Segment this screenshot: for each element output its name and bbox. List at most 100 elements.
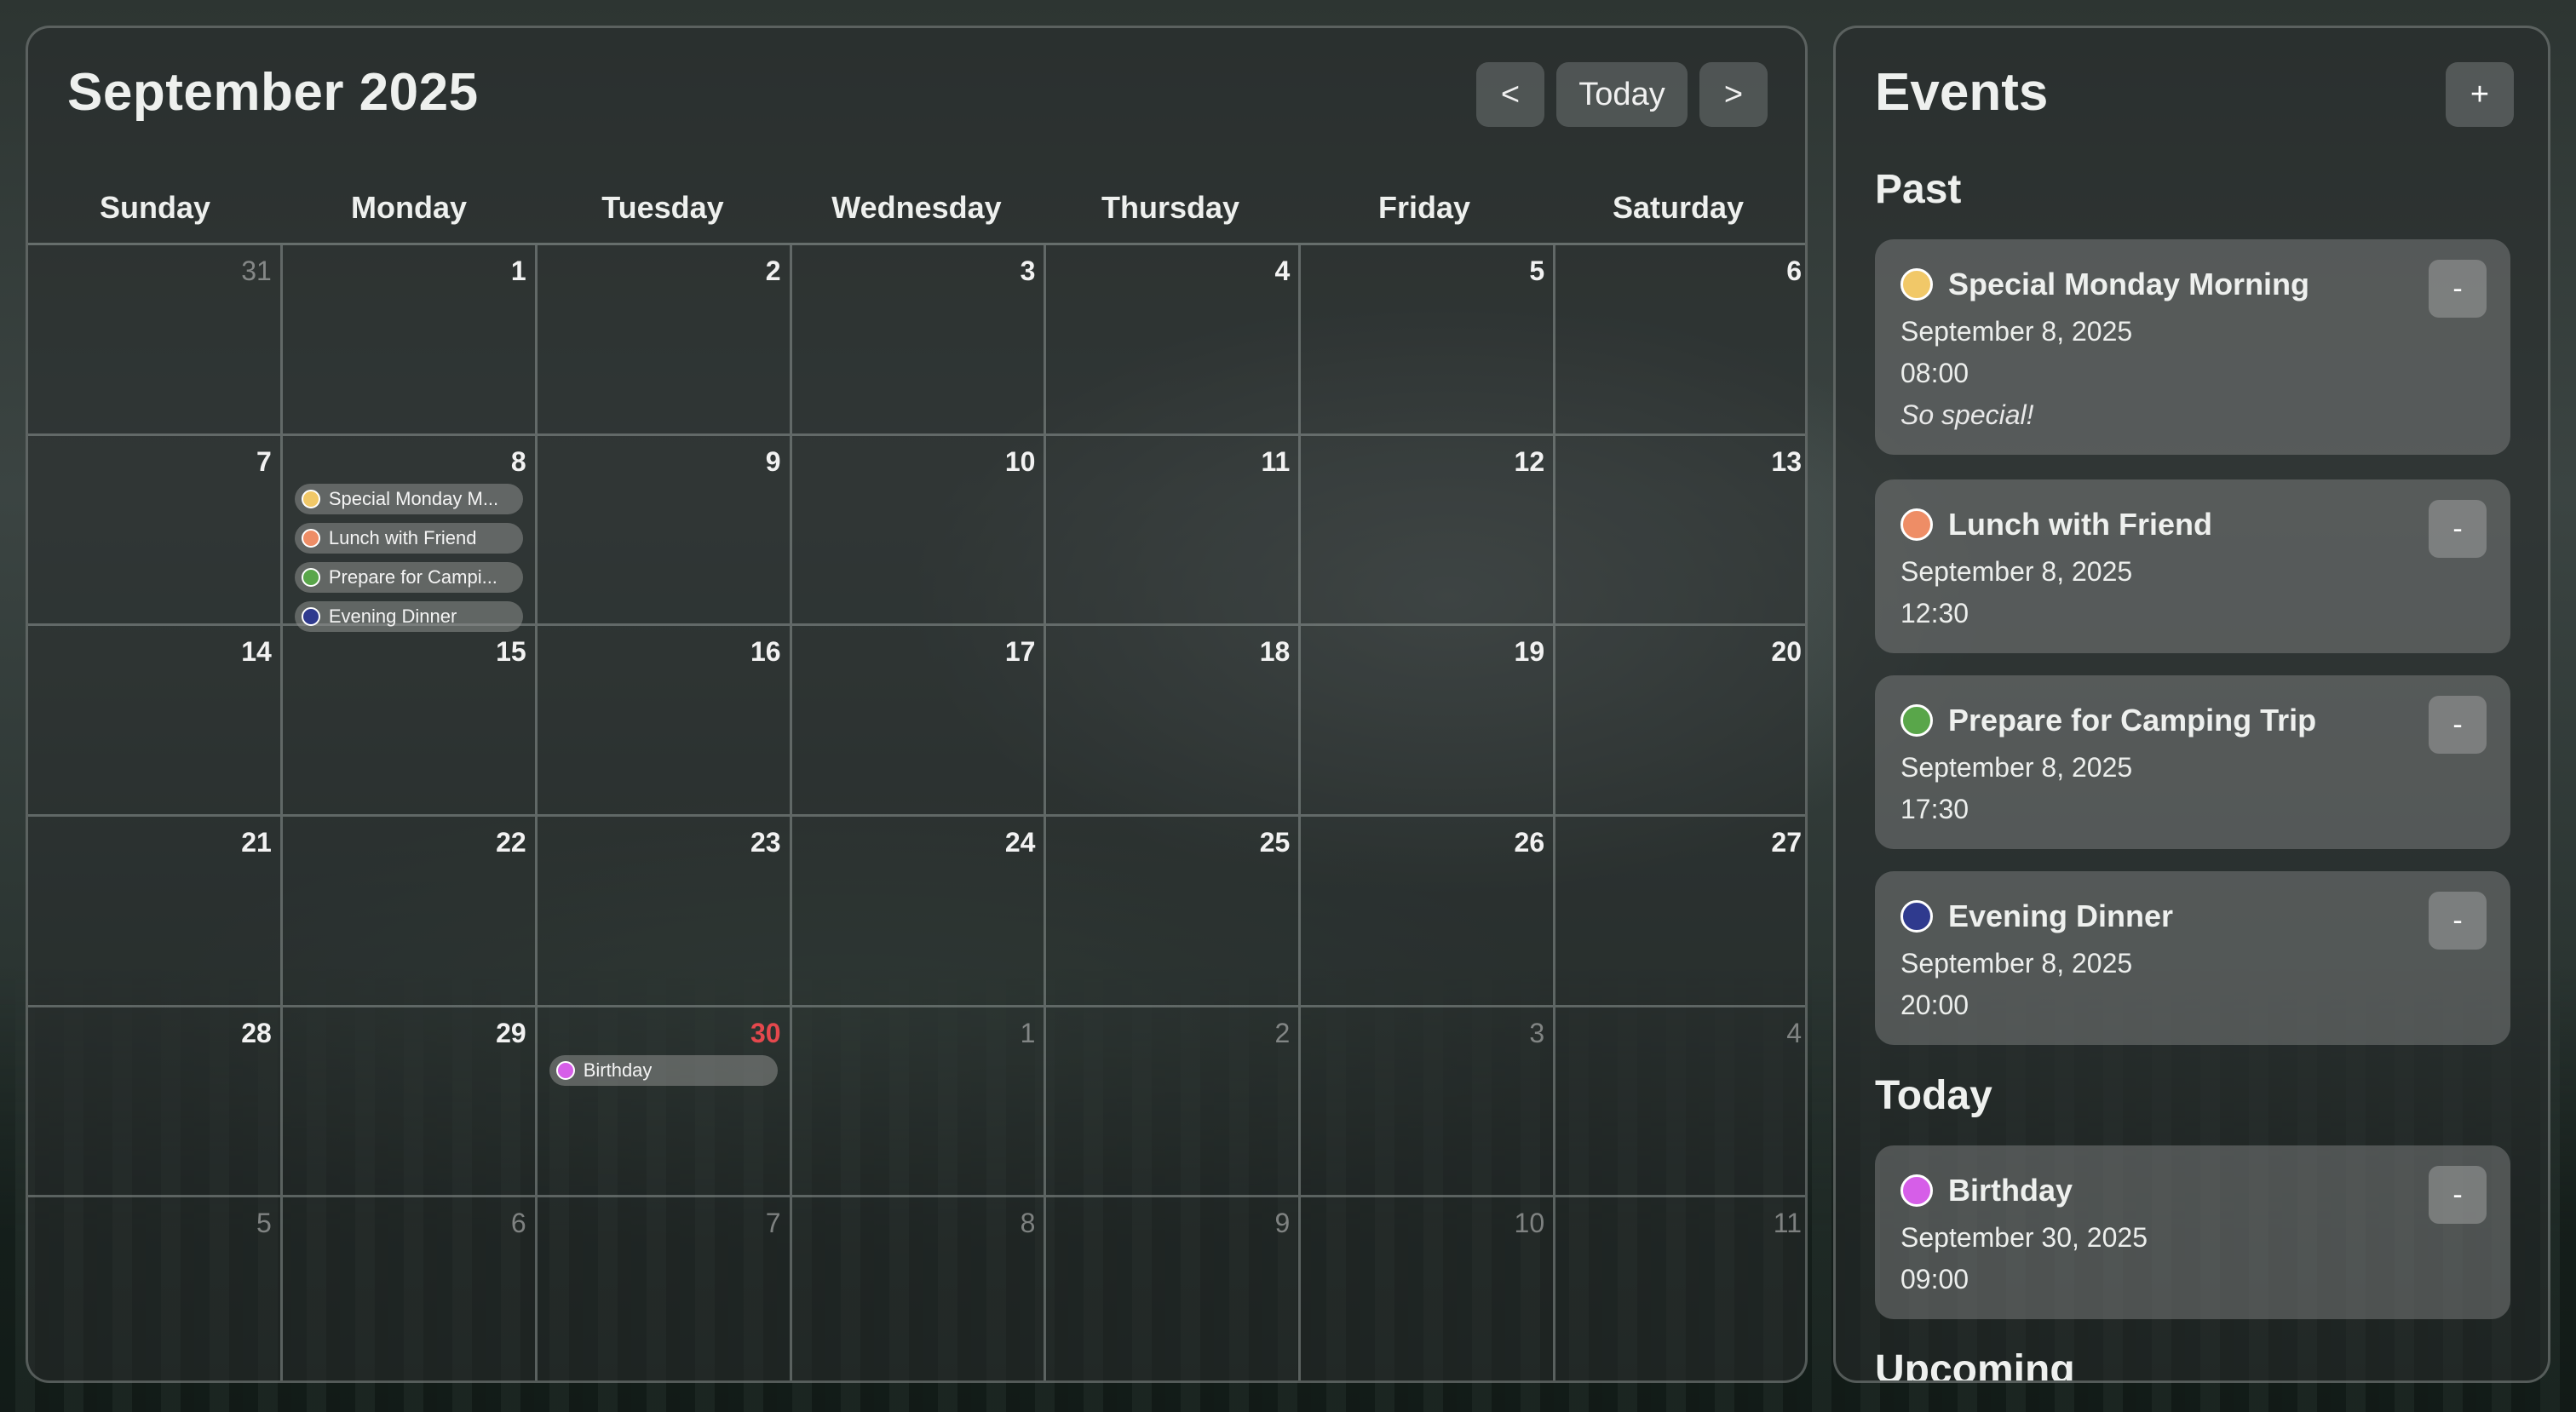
day-cell[interactable]: 23 [537,817,792,1007]
delete-event-button[interactable]: - [2429,696,2487,754]
day-cell[interactable]: 12 [1301,435,1556,627]
day-number: 13 [1771,445,1802,477]
day-cell[interactable]: 20 [1555,626,1805,817]
day-cell[interactable]: 28 [28,1007,283,1198]
next-month-button[interactable]: > [1699,62,1768,127]
event-card[interactable]: Prepare for Camping Trip - September 8, … [1875,675,2510,849]
delete-event-button[interactable]: - [2429,500,2487,558]
day-cell[interactable]: 13 [1555,436,1805,627]
prev-month-button[interactable]: < [1476,62,1544,127]
day-cell[interactable]: 2 [537,245,792,436]
calendar-event-pill[interactable]: Birthday [549,1054,778,1086]
event-card[interactable]: Special Monday Morning - September 8, 20… [1875,239,2510,455]
event-pill-label: Lunch with Friend [328,526,477,548]
day-number: 15 [496,636,526,668]
day-cell[interactable]: 19 [1301,626,1556,817]
day-number: 24 [1004,827,1036,858]
event-title: Lunch with Friend [1948,507,2212,542]
event-date: September 8, 2025 [1900,556,2133,587]
day-number: 19 [1514,636,1545,668]
calendar-event-pill[interactable]: Special Monday M... [294,483,523,514]
day-number: 25 [1259,827,1291,858]
day-cell[interactable]: 6 [283,1197,538,1380]
delete-event-button[interactable]: - [2429,1166,2487,1224]
day-cell[interactable]: 24 [791,817,1047,1007]
event-color-dot [1900,704,1933,737]
calendar-event-pill[interactable]: Lunch with Friend [294,522,523,554]
event-card[interactable]: Evening Dinner - September 8, 2025 20:00 [1875,871,2510,1045]
day-cell[interactable]: 16 [537,626,792,817]
day-cell[interactable]: 8 [792,1197,1047,1380]
day-number: 11 [1773,1208,1802,1239]
today-button[interactable]: Today [1556,62,1688,127]
event-color-dot [1900,900,1933,933]
event-color-dot [1900,1174,1933,1207]
day-cell[interactable]: 4 [1046,245,1302,436]
day-number: 5 [1529,255,1545,286]
month-title: September 2025 [67,63,479,122]
day-number: 16 [750,636,781,668]
day-cell[interactable]: 7 [538,1197,792,1380]
day-number: 10 [1514,1208,1545,1239]
event-card[interactable]: Birthday - September 30, 2025 09:00 [1875,1145,2510,1319]
day-cell[interactable]: 14 [28,626,283,817]
delete-event-button[interactable]: - [2429,260,2487,318]
day-cell[interactable]: 1 [791,1007,1047,1198]
day-number: 28 [241,1017,272,1048]
day-cell[interactable]: 31 [28,245,283,436]
day-cell[interactable]: 5 [28,1197,283,1380]
event-time: 12:30 [1900,598,1969,629]
calendar-event-pill[interactable]: Prepare for Campi... [294,561,523,593]
day-cell[interactable]: 29 [282,1007,538,1198]
day-number: 2 [1274,1017,1291,1048]
day-cell[interactable]: 18 [1046,626,1302,817]
day-cell[interactable]: 10 [791,435,1047,627]
day-cell[interactable]: 4 [1555,1007,1805,1198]
day-cell[interactable]: 17 [791,626,1047,817]
day-cell[interactable]: 26 [1301,817,1556,1007]
day-cell[interactable]: 7 [28,435,283,627]
day-cell[interactable]: 11 [1046,435,1302,627]
event-color-dot [301,606,320,626]
day-cell[interactable]: 22 [282,817,538,1007]
event-color-dot [301,489,320,508]
calendar-grid: 31 1 2 3 4 5 6 7 8 Special Monday M... Lunch with … [28,243,1805,1380]
day-cell[interactable]: 1 [282,245,538,436]
event-color-dot [301,567,320,587]
day-cell[interactable]: 30 Birthday [537,1007,792,1198]
event-date: September 8, 2025 [1900,948,2133,979]
day-number: 3 [1020,255,1036,286]
day-cell[interactable]: 5 [1301,245,1556,436]
day-cell[interactable]: 21 [28,817,283,1007]
day-cell[interactable]: 9 [537,435,792,627]
day-cell[interactable]: 9 [1046,1197,1302,1380]
day-number: 9 [1274,1208,1291,1239]
event-card[interactable]: Lunch with Friend - September 8, 2025 12… [1875,479,2510,653]
day-cell[interactable]: 2 [1046,1007,1302,1198]
weekday-label: Saturday [1612,190,1745,225]
day-number: 6 [510,1208,526,1239]
day-number: 21 [241,827,272,858]
day-cell[interactable]: 11 [1555,1197,1805,1380]
calendar-header: September 2025 < Today > [28,28,1805,156]
day-cell[interactable]: 3 [1301,1007,1556,1198]
delete-event-button[interactable]: - [2429,892,2487,950]
event-color-dot [1900,268,1933,301]
day-number: 9 [765,445,781,477]
day-cell[interactable]: 6 [1555,245,1805,436]
event-time: 17:30 [1900,794,1969,824]
day-cell[interactable]: 27 [1555,817,1805,1007]
weekday-label: Monday [350,190,467,225]
day-cell[interactable]: 10 [1301,1197,1556,1380]
day-cell[interactable]: 8 Special Monday M... Lunch with Friend Pre… [282,435,538,632]
day-number: 4 [1786,1017,1802,1048]
event-time: 20:00 [1900,990,1969,1020]
day-cell[interactable]: 25 [1046,817,1302,1007]
day-cell[interactable]: 3 [791,245,1047,436]
day-event-list: Special Monday M... Lunch with Friend Prep… [294,483,523,632]
day-number: 8 [510,445,526,477]
event-pill-label: Birthday [583,1059,653,1081]
weekday-label: Sunday [99,190,211,225]
add-event-button[interactable]: + [2446,62,2514,127]
day-cell[interactable]: 15 [282,626,538,817]
